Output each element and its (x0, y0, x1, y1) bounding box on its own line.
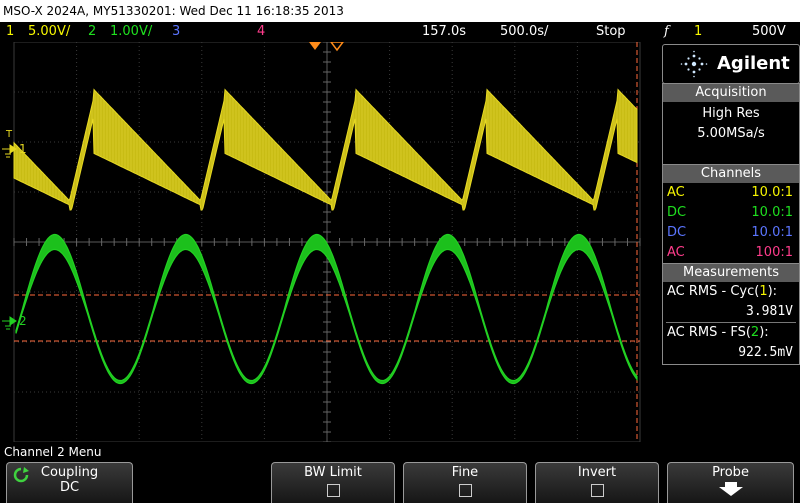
fine-softkey[interactable]: Fine (403, 462, 527, 503)
channel-3-probe-ratio: 10.0:1 (751, 225, 793, 240)
channel-1-coupling: AC (667, 185, 685, 200)
measurement-2-value: 922.5mV (738, 345, 793, 360)
acquisition-rate: 5.00MSa/s (697, 126, 765, 141)
measurement-1-value: 3.981V (746, 304, 793, 319)
ch1-scale[interactable]: 5.00V/ (28, 22, 70, 42)
ch4-number[interactable]: 4 (257, 22, 265, 42)
channel-2-probe-ratio: 10.0:1 (751, 205, 793, 220)
rotate-knob-icon (13, 467, 29, 483)
channel-1-probe-ratio: 10.0:1 (751, 185, 793, 200)
delay-readout[interactable]: 157.0s (422, 22, 466, 42)
ch2-scale[interactable]: 1.00V/ (110, 22, 152, 42)
ch3-number[interactable]: 3 (172, 22, 180, 42)
trigger-level[interactable]: 500V (752, 22, 786, 42)
trigger-edge-icon: f (664, 24, 669, 39)
channel-row-3[interactable]: DC 10.0:1 (663, 223, 799, 243)
ch2-number[interactable]: 2 (88, 22, 96, 42)
invert-softkey[interactable]: Invert (535, 462, 659, 503)
channel-4-probe-ratio: 100:1 (755, 245, 793, 260)
channels-header: Channels (663, 165, 799, 183)
measurement-1-label: AC RMS - Cyc(1): (667, 284, 778, 299)
bw-limit-checkbox[interactable] (326, 484, 340, 497)
measurement-2-label: AC RMS - FS(2): (667, 325, 769, 340)
acquisition-mode: High Res (702, 106, 760, 121)
invert-checkbox[interactable] (590, 484, 604, 497)
measurements-box[interactable]: Measurements AC RMS - Cyc(1): 3.981V AC … (662, 263, 800, 365)
coupling-softkey[interactable]: Coupling DC (6, 462, 133, 503)
channel-4-coupling: AC (667, 245, 685, 260)
fine-label: Fine (451, 465, 479, 480)
menu-title: Channel 2 Menu (0, 443, 800, 461)
side-panel: Agilent Acquisition High Res 5.00MSa/s C… (660, 42, 800, 442)
ch1-ground-marker[interactable]: 1 (19, 142, 27, 156)
probe-label: Probe (712, 465, 749, 480)
channel-row-4[interactable]: AC 100:1 (663, 243, 799, 263)
channels-box[interactable]: Channels AC 10.0:1 DC 10.0:1 DC 10.0:1 AC 100:1 (662, 164, 800, 264)
invert-label: Invert (577, 465, 617, 480)
brand-name: Agilent (717, 53, 790, 74)
status-bar: 1 5.00V/ 2 1.00V/ 3 4 157.0s 500.0s/ Sto… (0, 22, 800, 42)
brand-box: Agilent (662, 44, 800, 84)
channel-2-coupling: DC (667, 205, 687, 220)
timebase-readout[interactable]: 500.0s/ (500, 22, 548, 42)
probe-softkey[interactable]: Probe (667, 462, 794, 503)
acquisition-header: Acquisition (663, 84, 799, 102)
measurements-header: Measurements (663, 264, 799, 282)
fine-checkbox[interactable] (458, 484, 472, 497)
bw-limit-label: BW Limit (304, 465, 362, 480)
ch2-ground-marker[interactable]: 2 (19, 314, 27, 328)
acquisition-box[interactable]: Acquisition High Res 5.00MSa/s (662, 83, 800, 165)
submenu-arrow-icon (718, 482, 743, 496)
channel-row-1[interactable]: AC 10.0:1 (663, 183, 799, 203)
title-text: MSO-X 2024A, MY51330201: Wed Dec 11 16:1… (3, 4, 344, 18)
agilent-spark-icon (680, 50, 708, 78)
trigger-source[interactable]: 1 (694, 22, 702, 42)
trigger-level-marker[interactable]: T (5, 129, 13, 140)
ch1-number[interactable]: 1 (6, 22, 14, 42)
title-bar: MSO-X 2024A, MY51330201: Wed Dec 11 16:1… (0, 0, 800, 22)
waveform-display[interactable]: T 1 2 (0, 42, 660, 442)
channel-row-2[interactable]: DC 10.0:1 (663, 203, 799, 223)
run-state[interactable]: Stop (596, 22, 626, 42)
channel-3-coupling: DC (667, 225, 687, 240)
bw-limit-softkey[interactable]: BW Limit (271, 462, 395, 503)
